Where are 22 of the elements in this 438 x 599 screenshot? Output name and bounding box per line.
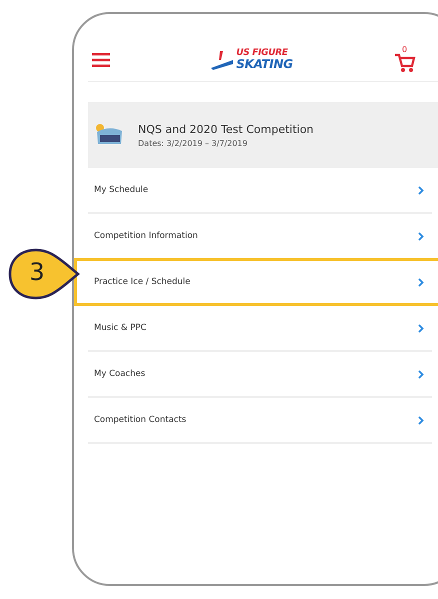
menu-icon[interactable] <box>92 52 110 66</box>
chevron-right-icon <box>418 416 424 424</box>
cart-count: 0 <box>402 44 408 54</box>
menu-item[interactable]: Competition Contacts <box>88 398 432 444</box>
chevron-right-icon <box>418 186 424 194</box>
event-title: NQS and 2020 Test Competition <box>138 122 314 136</box>
menu-item[interactable]: My Coaches <box>88 352 432 398</box>
menu-item[interactable]: Competition Information <box>88 214 432 260</box>
skater-icon <box>211 50 234 70</box>
chevron-right-icon <box>418 278 424 286</box>
step-number: 3 <box>28 258 46 286</box>
callout-marker <box>8 248 80 300</box>
menu-item[interactable]: Practice Ice / Schedule <box>74 258 438 306</box>
menu-item[interactable]: My Schedule <box>88 168 432 214</box>
menu-item[interactable]: Music & PPC <box>88 306 432 352</box>
event-dates: Dates: 3/2/2019 – 3/7/2019 <box>138 138 248 148</box>
cart-icon[interactable] <box>394 52 416 72</box>
chevron-right-icon <box>418 232 424 240</box>
logo-text: SKATING <box>236 58 293 70</box>
chevron-right-icon <box>418 324 424 332</box>
chevron-right-icon <box>418 370 424 378</box>
logo-text: US FIGURE <box>236 49 289 58</box>
